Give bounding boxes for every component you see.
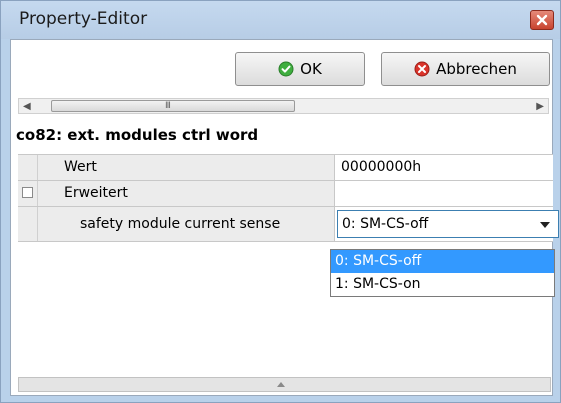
row-gutter [18, 207, 38, 241]
window-title: Property-Editor [19, 9, 148, 29]
property-name: Wert [38, 155, 334, 180]
select-value: 0: SM-CS-off [342, 216, 429, 232]
editor-client-area: OK Abbrechen ◀ III ▶ co82: ext. modules … [10, 39, 559, 396]
property-row-safety-module[interactable]: safety module current sense 0: SM-CS-off [18, 207, 559, 242]
check-circle-icon [278, 61, 294, 77]
dropdown-list: 0: SM-CS-off 1: SM-CS-on [330, 249, 555, 297]
bottom-splitter[interactable] [18, 377, 551, 392]
row-gutter [18, 181, 38, 206]
scrollbar-thumb[interactable]: III [51, 100, 295, 112]
property-name: Erweitert [38, 181, 334, 206]
chevron-down-icon[interactable] [540, 222, 550, 228]
cancel-button-label: Abbrechen [436, 60, 517, 78]
property-value-cell: 0: SM-CS-off [334, 207, 559, 241]
property-editor-window: Property-Editor OK Abbrechen ◀ III ▶ co8… [0, 0, 561, 403]
dropdown-option[interactable]: 0: SM-CS-off [331, 250, 554, 273]
property-value[interactable] [334, 181, 553, 206]
ok-button[interactable]: OK [235, 52, 365, 86]
close-button[interactable] [530, 10, 554, 30]
property-row-wert[interactable]: Wert 00000000h [18, 155, 553, 181]
scroll-right-arrow-icon[interactable]: ▶ [536, 101, 544, 112]
property-value[interactable]: 00000000h [334, 155, 553, 180]
section-title: co82: ext. modules ctrl word [16, 126, 259, 144]
row-gutter [18, 155, 38, 180]
property-row-erweitert[interactable]: Erweitert [18, 181, 553, 207]
current-sense-select[interactable]: 0: SM-CS-off [337, 210, 559, 238]
chevron-up-icon[interactable] [277, 382, 285, 387]
property-grid: Wert 00000000h Erweitert safety module c… [18, 154, 559, 242]
scroll-left-arrow-icon[interactable]: ◀ [23, 101, 31, 112]
horizontal-scrollbar[interactable]: ◀ III ▶ [18, 98, 549, 114]
property-name: safety module current sense [38, 207, 334, 241]
close-icon [536, 14, 548, 26]
dropdown-option[interactable]: 1: SM-CS-on [331, 273, 554, 296]
x-circle-icon [414, 61, 430, 77]
expand-checkbox[interactable] [22, 187, 33, 198]
cancel-button[interactable]: Abbrechen [381, 52, 550, 86]
ok-button-label: OK [300, 60, 322, 78]
title-bar[interactable]: Property-Editor [1, 1, 560, 39]
scrollbar-grip: III [165, 101, 171, 111]
